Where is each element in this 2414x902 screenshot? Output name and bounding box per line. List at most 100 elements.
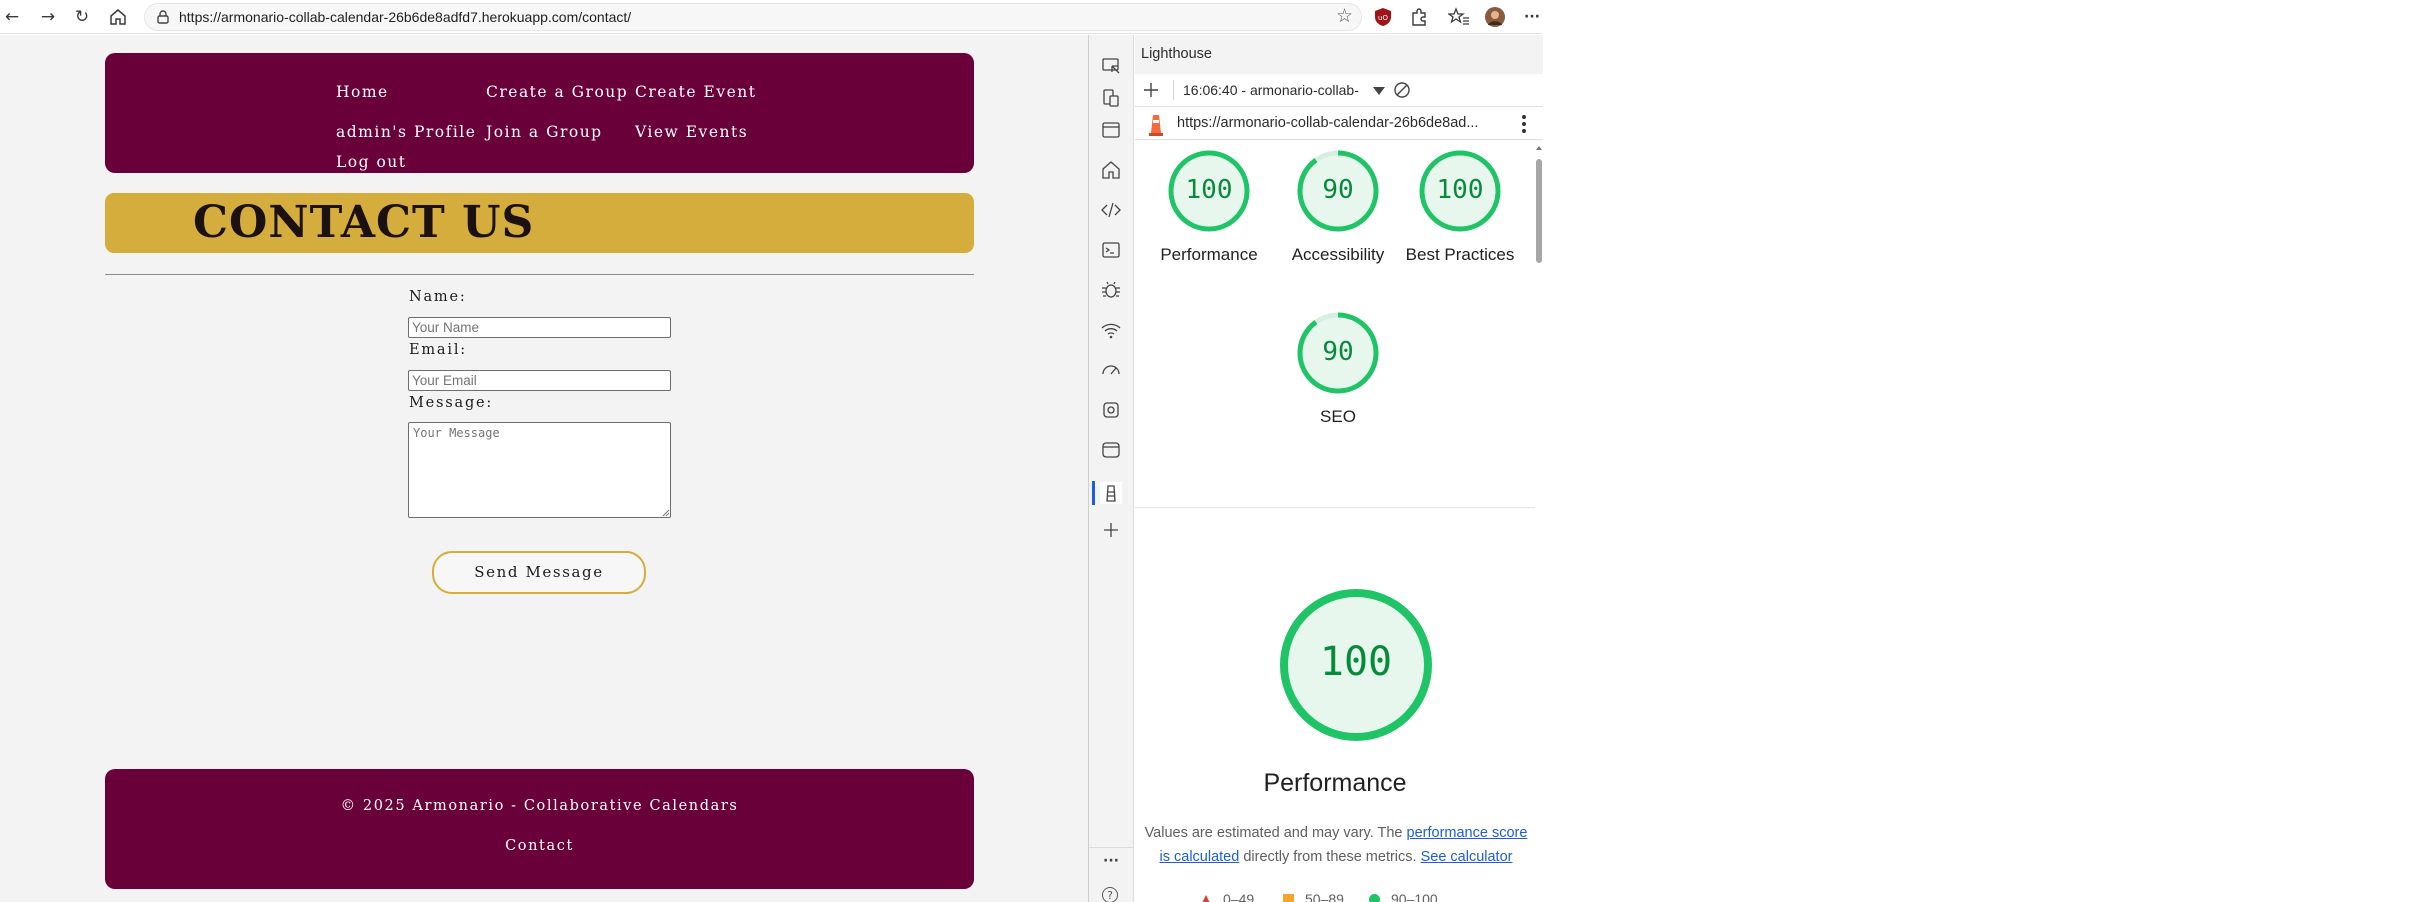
score-performance: 100 [1185,175,1233,205]
toolbar-divider [1173,80,1174,100]
performance-heading: Performance [1263,769,1407,797]
browser-toolbar: ← → ↻ https://armonario-collab-calendar-… [0,0,1542,34]
email-field[interactable] [408,370,671,391]
nav-create-event-link[interactable]: Create Event [635,83,756,101]
more-tools-plus-icon[interactable] [1100,519,1122,541]
reload-icon[interactable]: ↻ [70,5,94,29]
label-accessibility: Accessibility [1291,245,1385,264]
legend-average-range: 50–89 [1305,891,1344,902]
favorite-star-icon[interactable]: ☆ [1336,5,1353,27]
welcome-home-icon[interactable] [1100,159,1122,181]
elements-code-icon[interactable] [1100,199,1122,221]
back-icon[interactable]: ← [0,5,24,29]
lighthouse-report: 100 Performance 90 Accessibility 100 Bes… [1135,141,1535,902]
average-square-icon [1283,894,1294,902]
name-field[interactable] [408,317,671,338]
address-bar[interactable]: https://armonario-collab-calendar-26b6de… [144,3,1362,31]
report-url-row: https://armonario-collab-calendar-26b6de… [1135,107,1543,140]
page-title: CONTACT US [193,197,535,248]
lighthouse-panel: Lighthouse 16:06:40 - armonario-collab- … [1135,35,1543,902]
score-performance-large: 100 [1319,639,1393,685]
pass-circle-icon [1369,894,1380,902]
new-report-plus-icon[interactable] [1143,82,1159,98]
gauge-best-practices[interactable]: 100 [1418,149,1502,233]
webpage-viewport: Home Create a Group Create Event admin's… [0,35,1088,902]
gauge-accessibility[interactable]: 90 [1296,149,1380,233]
nav-view-events-link[interactable]: View Events [635,123,748,141]
score-accessibility: 90 [1322,175,1354,205]
message-field[interactable] [408,422,671,518]
see-calculator-link[interactable]: See calculator [1421,849,1513,865]
nav-create-group-link[interactable]: Create a Group [486,83,628,101]
home-icon[interactable] [106,5,130,29]
devtools-tab-bar: Lighthouse [1135,35,1543,74]
footer-copyright: © 2025 Armonario - Collaborative Calenda… [340,798,739,814]
section-divider [1135,507,1535,508]
browser-menu-icon[interactable]: ··· [1520,5,1544,29]
nav-home-link[interactable]: Home [336,83,389,101]
browser-window-icon[interactable] [1100,119,1122,141]
site-navbar: Home Create a Group Create Event admin's… [105,53,974,173]
nav-logout-link[interactable]: Log out [336,153,407,171]
inspect-element-icon[interactable] [1100,55,1122,77]
performance-gauge-icon[interactable] [1100,359,1122,381]
debugger-bug-icon[interactable] [1100,279,1122,301]
active-tool-indicator [1092,481,1095,505]
fail-triangle-icon [1202,895,1210,902]
lighthouse-toolbar: 16:06:40 - armonario-collab- [1135,74,1543,107]
message-label: Message: [409,395,494,411]
device-emulation-icon[interactable] [1100,87,1122,109]
settings-gear-icon[interactable] [1100,399,1122,421]
lock-icon [157,10,169,24]
performance-description: Values are estimated and may vary. The p… [1141,821,1531,869]
report-url-text: https://armonario-collab-calendar-26b6de… [1177,115,1479,131]
desc-text-mid: directly from these metrics. [1239,849,1421,865]
more-options-icon[interactable]: ··· [1099,853,1123,869]
legend-fail-range: 0–49 [1223,891,1255,902]
devtools-panel: ··· ? Lighthouse 16:06:40 - armonario-co… [1088,35,1543,902]
extensions-puzzle-icon[interactable] [1408,6,1430,28]
label-best-practices: Best Practices [1405,245,1515,264]
dropdown-arrow-icon[interactable] [1373,86,1385,96]
tab-lighthouse[interactable]: Lighthouse [1141,46,1212,62]
clear-reports-icon[interactable] [1393,81,1411,99]
score-legend: 0–49 50–89 90–100 [1135,891,1535,902]
svg-text:uO: uO [1378,14,1388,22]
email-label: Email: [409,342,467,358]
forward-icon[interactable]: → [36,5,60,29]
page-title-banner: CONTACT US [105,193,974,253]
resize-grip-icon[interactable] [662,509,670,517]
profile-avatar-icon[interactable] [1484,6,1506,28]
desc-text: Values are estimated and may vary. The [1144,825,1407,841]
rail-divider [1089,847,1134,848]
nav-profile-link[interactable]: admin's Profile [336,123,476,141]
gauge-performance-large: 100 [1278,587,1434,743]
score-seo: 90 [1322,337,1354,367]
report-selector-dropdown[interactable]: 16:06:40 - armonario-collab- [1183,82,1359,98]
lighthouse-logo-icon [1149,115,1163,136]
report-menu-icon[interactable] [1521,114,1527,134]
name-label: Name: [409,289,467,305]
ublock-extension-icon[interactable]: uO [1372,6,1394,28]
footer-contact-link[interactable]: Contact [105,838,974,854]
score-best-practices: 100 [1436,175,1484,205]
lighthouse-icon[interactable] [1100,482,1122,504]
console-icon[interactable] [1100,239,1122,261]
favorites-collection-icon[interactable] [1448,6,1470,28]
scroll-up-arrow-icon[interactable] [1536,145,1542,151]
label-seo: SEO [1320,407,1356,426]
legend-pass-range: 90–100 [1391,891,1438,902]
nav-join-group-link[interactable]: Join a Group [486,123,603,141]
network-wifi-icon[interactable] [1100,319,1122,341]
gauge-seo[interactable]: 90 [1296,311,1380,395]
scrollbar-thumb[interactable] [1536,159,1542,263]
label-performance: Performance [1160,245,1258,264]
help-icon[interactable]: ? [1102,887,1118,902]
send-message-button[interactable]: Send Message [432,551,646,594]
gauge-performance[interactable]: 100 [1167,149,1251,233]
screen: ← → ↻ https://armonario-collab-calendar-… [0,0,2414,902]
devtools-activity-bar: ··· ? [1089,35,1134,902]
application-storage-icon[interactable] [1100,439,1122,461]
url-text[interactable]: https://armonario-collab-calendar-26b6de… [179,9,631,25]
site-footer: © 2025 Armonario - Collaborative Calenda… [105,769,974,889]
